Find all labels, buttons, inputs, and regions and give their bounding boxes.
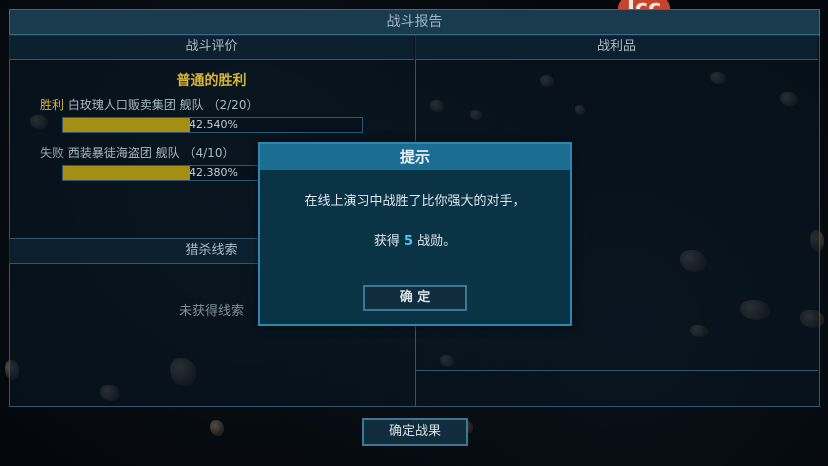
- notice-dialog: 提示 在线上演习中战胜了比你强大的对手， 获得 5 战勋。 确 定: [258, 142, 572, 326]
- reward-prefix: 获得: [373, 234, 404, 249]
- evaluation-header: 战斗评价: [9, 35, 414, 60]
- dialog-ok-button[interactable]: 确 定: [363, 285, 467, 311]
- dialog-title: 提示: [260, 144, 570, 170]
- team-row-winner: 胜利 白玫瑰人口贩卖集团 舰队 （2/20）: [40, 96, 258, 113]
- winner-tag: 胜利: [40, 98, 65, 112]
- dialog-reward-line: 获得 5 战勋。: [260, 230, 570, 249]
- winner-team-name: 白玫瑰人口贩卖集团 舰队: [67, 98, 204, 112]
- loser-progress-label: 42.380%: [189, 166, 238, 179]
- loser-progress-fill: [63, 166, 190, 180]
- loot-divider: [415, 370, 818, 371]
- reward-value: 5: [403, 234, 414, 249]
- report-title: 战斗报告: [9, 9, 820, 35]
- loser-tag: 失败: [40, 146, 65, 160]
- winner-progress-fill: [63, 118, 191, 132]
- loser-team-name: 西装暴徒海盗团 舰队: [67, 146, 180, 160]
- winner-team-count: （2/20）: [207, 98, 259, 112]
- dialog-message: 在线上演习中战胜了比你强大的对手，: [304, 194, 526, 209]
- team-row-loser: 失败 西装暴徒海盗团 舰队 （4/10）: [40, 144, 234, 161]
- confirm-results-button[interactable]: 确定战果: [362, 418, 468, 446]
- loot-header: 战利品: [415, 35, 818, 60]
- winner-progress-bar: 42.540%: [62, 117, 363, 133]
- winner-progress-label: 42.540%: [189, 118, 238, 131]
- loser-team-count: （4/10）: [183, 146, 235, 160]
- battle-result-title: 普通的胜利: [176, 73, 247, 89]
- asteroid: [210, 420, 224, 436]
- reward-suffix: 战勋。: [413, 234, 457, 249]
